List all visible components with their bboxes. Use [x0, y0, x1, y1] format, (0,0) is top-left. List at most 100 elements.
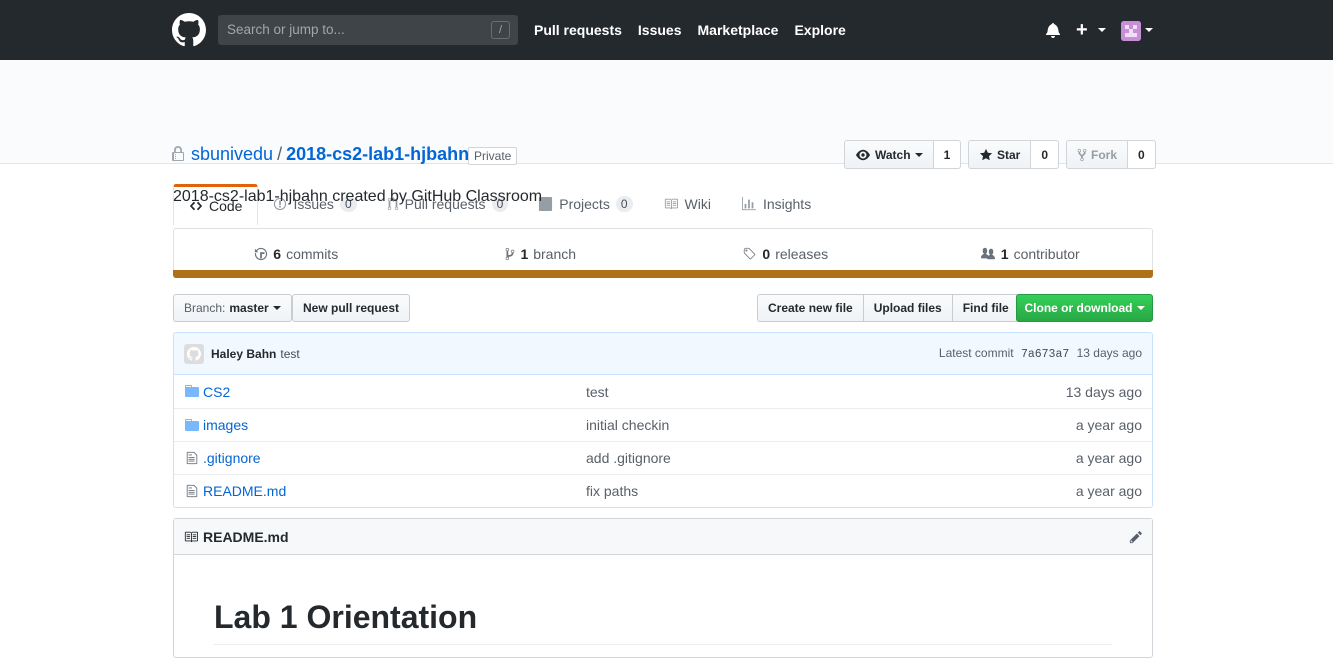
global-nav: Pull requests Issues Marketplace Explore	[534, 0, 846, 60]
file-commit-message[interactable]: initial checkin	[586, 417, 669, 433]
eye-icon	[856, 149, 870, 160]
file-name[interactable]: images	[203, 417, 248, 433]
commit-author-avatar[interactable]	[184, 343, 204, 364]
tab-wiki[interactable]: Wiki	[648, 184, 726, 224]
tab-insights-label: Insights	[762, 196, 812, 212]
releases-label: releases	[775, 245, 829, 262]
tab-projects-label: Projects	[559, 196, 610, 212]
fork-count[interactable]: 0	[1128, 140, 1156, 169]
file-row: README.md fix paths a year ago	[174, 474, 1152, 507]
repo-name-link[interactable]: 2018-cs2-lab1-hjbahn	[286, 144, 469, 164]
create-new-file-button[interactable]: Create new file	[757, 294, 864, 322]
watch-button[interactable]: Watch	[844, 140, 934, 169]
nav-explore[interactable]: Explore	[794, 22, 845, 38]
file-name[interactable]: CS2	[203, 384, 230, 400]
file-list: CS2 test 13 days ago images initial chec…	[173, 375, 1153, 508]
star-icon	[979, 148, 993, 160]
star-button-group: Star 0	[968, 140, 1060, 169]
github-logo-icon	[187, 346, 201, 361]
contributor-count: 1	[1000, 245, 1009, 262]
language-bar[interactable]	[173, 270, 1153, 278]
branch-label: branch	[533, 245, 577, 262]
branch-icon	[506, 247, 515, 260]
commit-age: 13 days ago	[1076, 346, 1142, 360]
latest-commit-info: Latest commit 7a673a7 13 days ago	[939, 346, 1142, 361]
file-age: a year ago	[1075, 450, 1142, 466]
book-icon	[184, 531, 198, 542]
readme-heading: Lab 1 Orientation	[214, 599, 478, 635]
people-icon	[980, 247, 995, 259]
tab-insights[interactable]: Insights	[726, 184, 826, 224]
private-badge: Private	[468, 147, 518, 165]
commit-author[interactable]: Haley Bahn	[211, 347, 276, 361]
tab-wiki-label: Wiki	[684, 196, 711, 212]
nav-issues[interactable]: Issues	[638, 22, 682, 38]
releases-count: 0	[762, 245, 771, 262]
readme-header: README.md	[174, 519, 1152, 555]
repo-separator: /	[277, 144, 283, 164]
folder-icon	[185, 385, 199, 397]
lock-icon	[172, 146, 184, 161]
file-icon	[186, 484, 198, 498]
history-icon	[255, 247, 268, 260]
watch-count[interactable]: 1	[933, 140, 962, 169]
latest-commit-bar: Haley Bahn test Latest commit 7a673a7 13…	[173, 332, 1153, 375]
graph-icon	[741, 197, 756, 211]
search-input[interactable]: Search or jump to... /	[218, 15, 518, 45]
find-file-button[interactable]: Find file	[951, 294, 1020, 322]
chevron-down-icon	[272, 306, 281, 310]
file-age: 13 days ago	[1065, 383, 1142, 400]
pencil-icon[interactable]	[1129, 530, 1143, 544]
repo-description: 2018-cs2-lab1-hjbahn created by GitHub C…	[173, 188, 543, 205]
commit-sha[interactable]: 7a673a7	[1021, 348, 1069, 361]
file-actions: Create new file Upload files Find file	[757, 294, 1020, 322]
fork-button-group: Fork 0	[1066, 140, 1156, 169]
file-commit-message[interactable]: test	[586, 384, 609, 400]
nav-pull-requests[interactable]: Pull requests	[534, 22, 622, 38]
star-label: Star	[997, 147, 1021, 162]
chevron-down-icon[interactable]	[1098, 28, 1106, 32]
heading-divider	[214, 644, 1112, 645]
upload-files-button[interactable]: Upload files	[862, 294, 953, 322]
branch-count: 1	[520, 245, 529, 262]
github-logo-icon[interactable]	[172, 13, 206, 47]
chevron-down-icon	[1136, 306, 1145, 310]
branch-prefix: Branch:	[184, 301, 226, 315]
commit-message[interactable]: test	[280, 347, 299, 361]
star-count[interactable]: 0	[1031, 140, 1060, 169]
avatar[interactable]	[1121, 21, 1141, 41]
branch-select-button[interactable]: Branch: master	[173, 294, 292, 322]
global-header: Search or jump to... / Pull requests Iss…	[0, 0, 1333, 60]
star-button[interactable]: Star	[968, 140, 1032, 169]
nav-marketplace[interactable]: Marketplace	[698, 22, 779, 38]
search-hotkey-badge: /	[491, 21, 510, 39]
file-row: .gitignore add .gitignore a year ago	[174, 441, 1152, 474]
branch-name: master	[229, 301, 269, 315]
search-placeholder: Search or jump to...	[227, 22, 345, 37]
repo-owner-link[interactable]: sbunivedu	[191, 144, 273, 164]
commits-count: 6	[273, 245, 282, 262]
chevron-down-icon	[914, 152, 923, 157]
file-name[interactable]: README.md	[203, 483, 286, 499]
file-name[interactable]: .gitignore	[203, 450, 261, 466]
file-commit-message[interactable]: fix paths	[586, 483, 638, 499]
file-age: a year ago	[1075, 483, 1142, 499]
clone-download-button[interactable]: Clone or download	[1016, 294, 1153, 322]
bell-icon[interactable]	[1045, 22, 1061, 38]
fork-button[interactable]: Fork	[1066, 140, 1129, 169]
plus-icon[interactable]: +	[1076, 20, 1088, 40]
file-commit-message[interactable]: add .gitignore	[586, 450, 671, 466]
contributor-label: contributor	[1013, 245, 1080, 262]
watch-label: Watch	[875, 147, 911, 162]
clone-label: Clone or download	[1024, 301, 1133, 315]
readme-filename: README.md	[203, 528, 289, 545]
readme-panel: README.md Lab 1 Orientation	[173, 518, 1153, 658]
file-row: images initial checkin a year ago	[174, 408, 1152, 441]
chevron-down-icon[interactable]	[1145, 28, 1153, 32]
new-pull-request-button[interactable]: New pull request	[292, 294, 411, 322]
tab-projects-count: 0	[615, 196, 633, 212]
repo-title: sbunivedu/2018-cs2-lab1-hjbahn	[191, 144, 469, 165]
folder-icon	[185, 419, 199, 431]
fork-label: Fork	[1091, 147, 1118, 162]
file-icon	[186, 451, 198, 465]
